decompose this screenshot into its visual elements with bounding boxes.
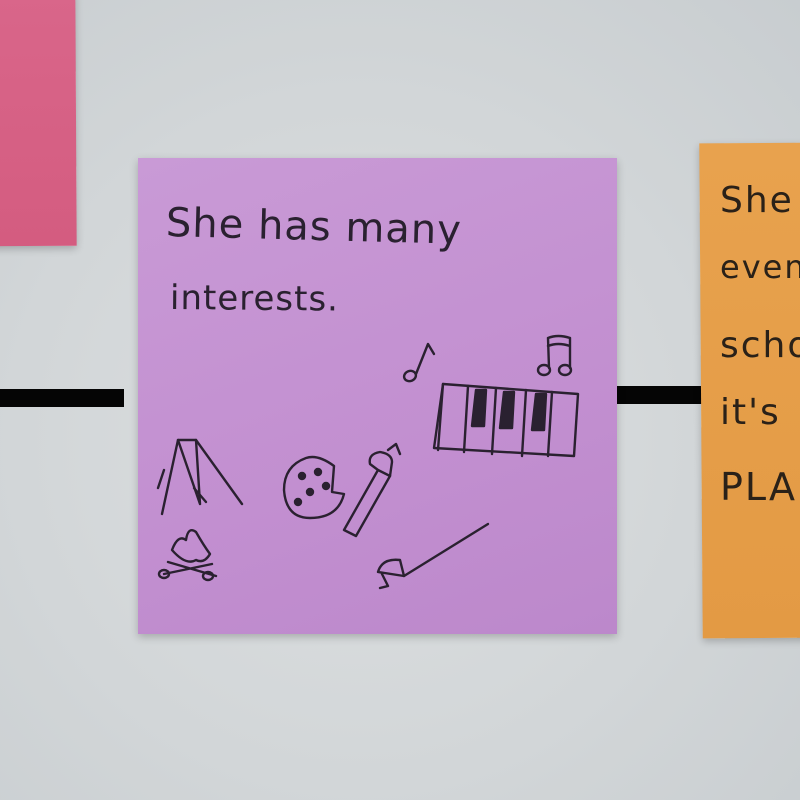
connector-line-right [617,386,703,404]
orange-note-line-5: PLA [720,465,797,509]
photo-scene: She has many interests. She even sch it'… [0,0,800,800]
campfire-icon [157,529,218,582]
cookie-icon [282,455,346,520]
fencing-sword-icon [376,522,490,590]
piano-keys-icon [432,382,580,458]
pink-sticky-note [0,0,77,247]
double-music-note-icon [536,334,573,377]
music-note-icon [402,342,436,383]
marshmallow-stick-icon [342,442,402,538]
orange-note-line-3: scho [720,325,800,366]
tent-icon [156,438,244,516]
orange-note-line-1: She [720,180,794,221]
doodles-drawing [156,334,580,590]
orange-note-line-4: it's [720,392,781,433]
connector-line-left [0,389,124,407]
orange-note-line-2: even [720,248,800,286]
